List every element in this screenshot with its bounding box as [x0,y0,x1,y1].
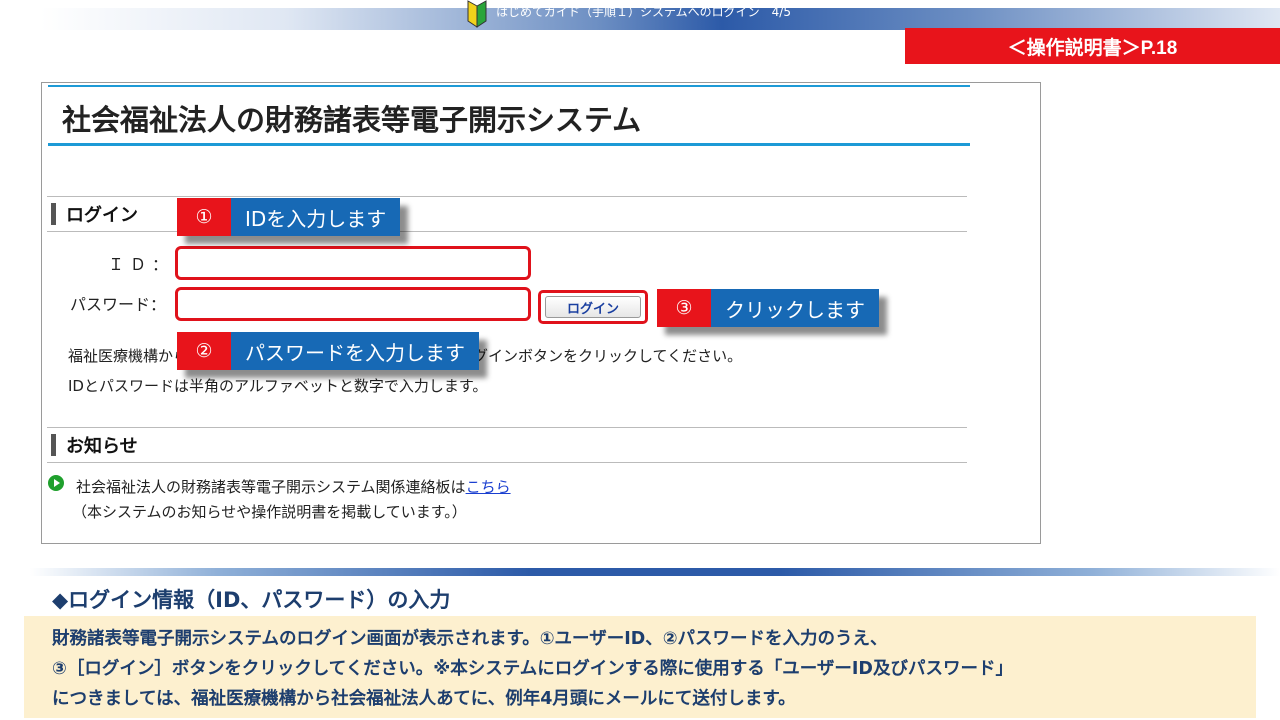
callout-text: クリックします [711,289,879,327]
notice-section-header: お知らせ [47,427,967,463]
callout-number: ① [177,198,231,236]
login-button-highlight: ログイン [538,290,648,324]
id-input[interactable] [175,246,531,280]
login-screen-panel: 社会福祉法人の財務諸表等電子開示システム ログイン ＩＤ： パスワード： ログイ… [41,82,1041,544]
beginner-leaf-icon [467,0,487,28]
id-label: ＩＤ： [108,255,175,274]
banner-content: はじめてガイド（手順１）システムへのログイン 4/5 [466,0,791,28]
system-title: 社会福祉法人の財務諸表等電子開示システム [62,103,642,137]
notice-link[interactable]: こちら [466,478,511,496]
section-marker [51,203,56,225]
login-section-label: ログイン [66,205,138,226]
callout-step-2: ② パスワードを入力します [177,332,479,370]
password-input[interactable] [175,287,531,321]
callout-step-1: ① IDを入力します [177,198,401,236]
info-line-1: 財務諸表等電子開示システムのログイン画面が表示されます。①ユーザーID、②パスワ… [52,629,888,649]
section-heading: ◆ログイン情報（ID、パスワード）の入力 [52,588,451,612]
callout-number: ② [177,332,231,370]
login-description-line2: IDとパスワードは半角のアルファベットと数字で入力します。 [68,377,488,395]
section-divider [30,568,1280,576]
notice-section-label: お知らせ [66,436,138,457]
arrow-bullet-icon [48,475,64,491]
callout-number: ③ [657,289,711,327]
login-button[interactable]: ログイン [545,296,641,318]
callout-text: パスワードを入力します [231,332,479,370]
info-line-3: につきましては、福祉医療機構から社会福祉法人あてに、例年4月頭にメールにて送付し… [52,689,796,709]
banner-title: はじめてガイド（手順１）システムへのログイン 4/5 [496,4,791,19]
manual-reference-badge: ＜操作説明書＞P.18 [905,28,1280,64]
password-label: パスワード： [70,295,167,314]
callout-text: IDを入力します [231,198,401,236]
system-title-bar: 社会福祉法人の財務諸表等電子開示システム [48,85,970,146]
notice-item: 社会福祉法人の財務諸表等電子開示システム関係連絡板はこちら [76,476,511,497]
info-box: 財務諸表等電子開示システムのログイン画面が表示されます。①ユーザーID、②パスワ… [24,616,1256,718]
callout-step-3: ③ クリックします [657,289,879,327]
notice-subtext: （本システムのお知らせや操作説明書を掲載しています。） [72,503,467,521]
info-line-2: ③［ログイン］ボタンをクリックしてください。※本システムにログインする際に使用す… [52,659,1013,679]
notice-text: 社会福祉法人の財務諸表等電子開示システム関係連絡板は [76,478,466,496]
section-marker [51,434,56,456]
